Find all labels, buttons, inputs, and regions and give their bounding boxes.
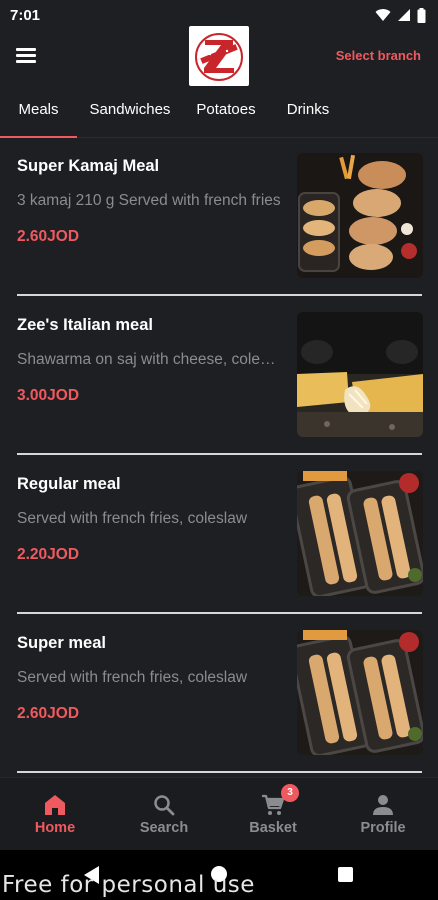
status-icons: [375, 7, 426, 23]
category-tabs: Meals Sandwiches Potatoes Drinks: [0, 92, 438, 138]
meal-image: [297, 312, 423, 437]
bottom-navigation: Home Search 3 Basket Profile: [0, 777, 438, 850]
meal-price: 2.60JOD: [17, 705, 80, 722]
meal-price: 2.60JOD: [17, 228, 80, 245]
meal-image: [297, 153, 423, 278]
nav-basket-label: Basket: [249, 820, 297, 836]
search-icon: [154, 795, 175, 816]
meal-item[interactable]: Super meal Served with french fries, col…: [0, 620, 438, 778]
meal-description: Shawarma on saj with cheese, coleslaw: [17, 351, 283, 368]
nav-home[interactable]: Home: [0, 778, 110, 850]
app-header: Select branch: [0, 26, 438, 86]
wifi-icon: [375, 9, 391, 21]
divider: [17, 612, 422, 614]
tab-potatoes[interactable]: Potatoes: [188, 92, 264, 138]
watermark: Free for personal use: [2, 872, 255, 898]
divider: [17, 771, 422, 773]
meal-description: Served with french fries, coleslaw: [17, 669, 248, 686]
restaurant-logo[interactable]: [189, 26, 249, 86]
nav-home-label: Home: [34, 820, 76, 836]
divider: [17, 294, 422, 296]
tab-meals[interactable]: Meals: [0, 92, 77, 138]
meal-name: Super meal: [17, 634, 106, 652]
cell-signal-icon: [398, 9, 410, 21]
basket-count-badge: 3: [281, 784, 299, 802]
meal-name: Super Kamaj Meal: [17, 157, 160, 175]
nav-profile-label: Profile: [360, 820, 406, 836]
meal-item[interactable]: Super Kamaj Meal 3 kamaj 210 g Served wi…: [0, 143, 438, 301]
nav-basket[interactable]: 3 Basket: [218, 778, 328, 850]
tab-drinks[interactable]: Drinks: [276, 92, 340, 138]
meal-description: Served with french fries, coleslaw: [17, 510, 248, 527]
app-screen: 7:01 Select branch Meals Sandwiches Pota…: [0, 0, 438, 850]
meal-item[interactable]: Regular meal Served with french fries, c…: [0, 461, 438, 619]
nav-search-label: Search: [139, 820, 189, 836]
meal-name: Regular meal: [17, 475, 121, 493]
meal-item[interactable]: Zee's Italian meal Shawarma on saj with …: [0, 302, 438, 460]
tab-sandwiches[interactable]: Sandwiches: [82, 92, 178, 138]
hamburger-icon: [16, 48, 36, 51]
recent-apps-icon[interactable]: [338, 867, 353, 882]
home-icon: [45, 795, 65, 815]
divider: [17, 453, 422, 455]
meal-description: 3 kamaj 210 g Served with french fries: [17, 192, 281, 209]
meal-image: [297, 630, 423, 755]
nav-profile[interactable]: Profile: [328, 778, 438, 850]
status-time: 7:01: [10, 6, 41, 24]
profile-icon: [373, 795, 393, 815]
meal-image: [297, 471, 423, 596]
menu-button[interactable]: [14, 45, 38, 65]
nav-search[interactable]: Search: [109, 778, 219, 850]
select-branch-link[interactable]: Select branch: [336, 48, 421, 63]
meal-price: 2.20JOD: [17, 546, 80, 563]
meal-name: Zee's Italian meal: [17, 316, 153, 334]
meal-price: 3.00JOD: [17, 387, 80, 404]
battery-icon: [417, 7, 426, 23]
